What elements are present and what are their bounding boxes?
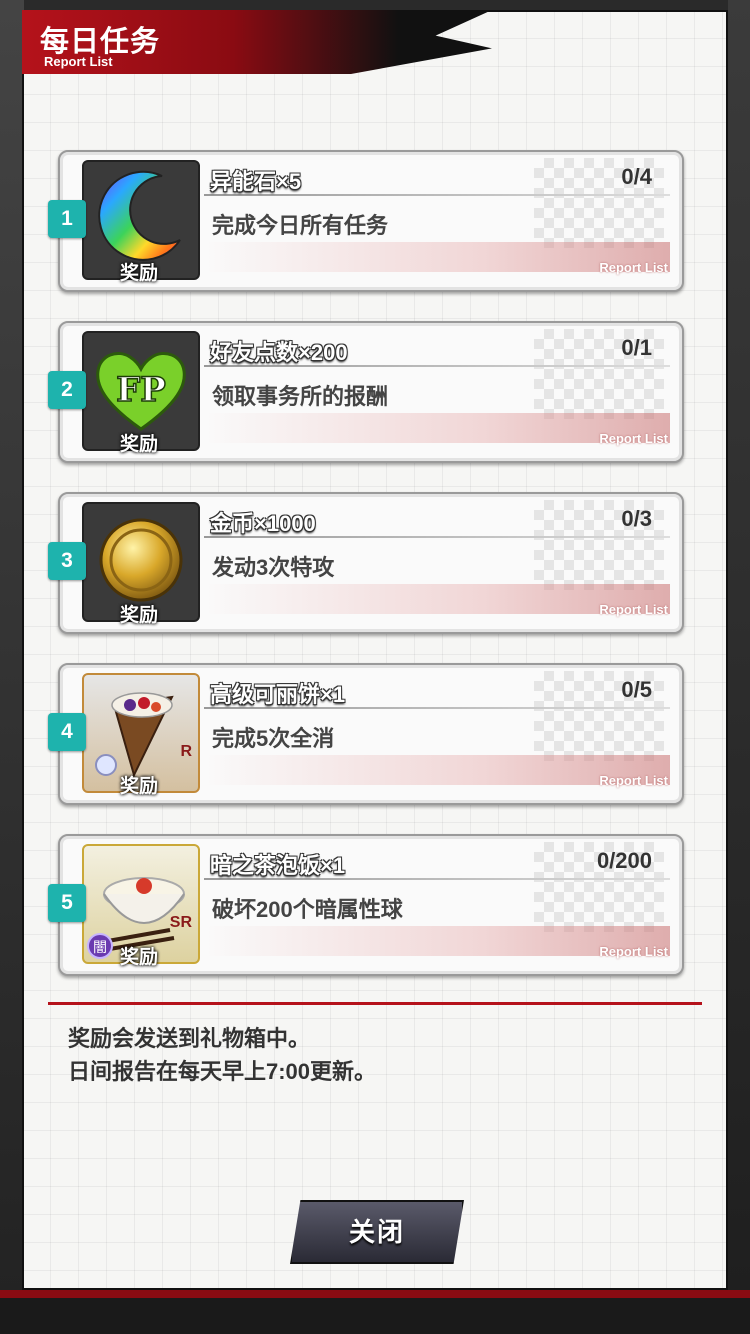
reward-label: 奖励 — [119, 947, 158, 968]
background-left — [0, 0, 24, 1334]
rarity-label: R — [180, 743, 192, 760]
notes-divider — [48, 1002, 702, 1005]
reward-name: 高级可丽饼×1 — [210, 682, 346, 707]
mission-description: 领取事务所的报酬 — [212, 384, 389, 409]
mission-progress: 0/200 — [596, 848, 652, 873]
mission-card-2[interactable]: FP 奖励 2 好友点数×200 0/1 领取事务所的报酬 Report Lis… — [48, 321, 684, 463]
note-line-2: 日间报告在每天早上7:00更新。 — [68, 1059, 377, 1084]
reward-label: 奖励 — [119, 434, 158, 455]
mission-card-5[interactable]: 闇 SR 奖励 5 暗之茶泡饭×1 0/200 破坏200个暗属性球 Repor… — [48, 834, 684, 976]
report-list-tag: Report List — [599, 431, 668, 446]
mission-card-1[interactable]: 奖励 1 异能石×5 0/4 完成今日所有任务 Report List — [48, 150, 684, 292]
page-subtitle: Report List — [44, 54, 113, 69]
mission-description: 发动3次特攻 — [212, 555, 335, 580]
reward-label: 奖励 — [119, 776, 158, 797]
close-button[interactable]: 关闭 — [290, 1200, 464, 1264]
background-right — [728, 0, 750, 1334]
bottom-nav-stripe — [0, 1290, 750, 1298]
mission-number: 3 — [48, 542, 86, 580]
mission-progress: 0/4 — [621, 164, 652, 189]
notes-text: 奖励会发送到礼物箱中。 日间报告在每天早上7:00更新。 — [68, 1022, 376, 1088]
reward-name: 异能石×5 — [210, 169, 302, 194]
reward-name: 暗之茶泡饭×1 — [210, 853, 346, 878]
reward-name: 好友点数×200 — [210, 340, 348, 365]
mission-progress: 0/5 — [621, 677, 652, 702]
panel-header: 每日任务 Report List — [22, 10, 492, 74]
mission-number: 4 — [48, 713, 86, 751]
report-list-tag: Report List — [599, 602, 668, 617]
rarity-label: SR — [169, 914, 192, 931]
mission-description: 完成5次全消 — [212, 726, 335, 751]
reward-label: 奖励 — [119, 263, 158, 284]
mission-number: 5 — [48, 884, 86, 922]
mission-description: 破坏200个暗属性球 — [212, 897, 403, 922]
mission-card-3[interactable]: 奖励 3 金币×1000 0/3 发动3次特攻 Report List — [48, 492, 684, 634]
mission-number: 1 — [48, 200, 86, 238]
mission-progress: 0/1 — [621, 335, 652, 360]
report-list-tag: Report List — [599, 773, 668, 788]
reward-name: 金币×1000 — [210, 511, 316, 536]
reward-label: 奖励 — [119, 605, 158, 626]
note-line-1: 奖励会发送到礼物箱中。 — [68, 1026, 311, 1051]
bottom-nav-bar — [0, 1290, 750, 1334]
mission-description: 完成今日所有任务 — [212, 213, 389, 238]
mission-card-4[interactable]: R 奖励 4 高级可丽饼×1 0/5 完成5次全消 Report List — [48, 663, 684, 805]
report-list-tag: Report List — [599, 944, 668, 959]
mission-number: 2 — [48, 371, 86, 409]
mission-progress: 0/3 — [621, 506, 652, 531]
fp-icon-text: FP — [116, 370, 166, 410]
report-list-tag: Report List — [599, 260, 668, 275]
